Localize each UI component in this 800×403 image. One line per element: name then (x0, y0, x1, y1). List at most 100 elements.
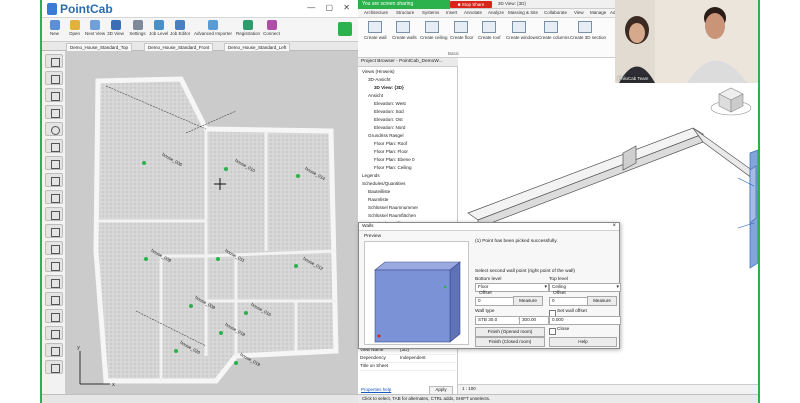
create-windows-button[interactable]: Create windows (506, 21, 538, 51)
tab-left[interactable]: Demo_House_Standard_Left (224, 43, 291, 51)
rotate-tool[interactable] (45, 190, 63, 204)
browser-item[interactable]: Schedules/Quantities (362, 181, 405, 186)
top-measure-button[interactable]: Measure (587, 296, 617, 306)
bottom-offset-input[interactable]: 0 (475, 297, 517, 306)
open-button[interactable]: Open (65, 19, 84, 41)
job-level-button[interactable]: Job Level (149, 19, 168, 41)
move-tool[interactable] (45, 173, 63, 187)
tab-front[interactable]: Demo_House_Standard_Front (144, 43, 214, 51)
print-tool[interactable] (45, 343, 63, 357)
tab-top[interactable]: Demo_House_Standard_Top (66, 43, 133, 51)
menu-collaborate[interactable]: Collaborate (544, 10, 567, 15)
menu-manage[interactable]: Manage (590, 10, 606, 15)
browser-item[interactable]: Floor Plan: Floor (374, 149, 408, 154)
browser-item[interactable]: Elevation: West (374, 101, 406, 106)
menu-structure[interactable]: Structure (396, 10, 414, 15)
pointcloud-floorplan-view[interactable]: y x house_006 house_010 house_014 house_… (66, 51, 358, 394)
create-wall-button[interactable]: Create wall (364, 21, 387, 51)
browser-item[interactable]: Schlüssel Raumflächen (368, 213, 416, 218)
help-button[interactable]: Help (549, 337, 617, 347)
pointcab-titlebar: PointCab — ▢ ✕ (42, 0, 358, 18)
create-ceiling-button[interactable]: Create ceiling (420, 21, 448, 51)
menu-view[interactable]: View (574, 10, 584, 15)
measure-tool[interactable] (45, 156, 63, 170)
webcam-overlay: PhiloCab Team (615, 0, 758, 83)
hatch-tool[interactable] (45, 275, 63, 289)
text-tool[interactable] (45, 139, 63, 153)
wall-thickness-input[interactable]: 300.00 (519, 316, 549, 325)
menu-annotate[interactable]: Annotate (464, 10, 482, 15)
layers-icon (153, 20, 164, 30)
mirror-tool[interactable] (45, 207, 63, 221)
wall-type-select[interactable]: STB 30.0 (475, 316, 523, 325)
window-controls[interactable]: — ▢ ✕ (307, 3, 354, 12)
pointcab-window: PointCab — ▢ ✕ New Open Next View 3D Vie… (42, 0, 358, 403)
top-offset-input[interactable]: 0 (549, 297, 591, 306)
app-name: PointCab (60, 2, 113, 16)
finish-closed-button[interactable]: Finish (Closed room) (475, 337, 545, 347)
browser-item[interactable]: Bauteilliste (368, 189, 390, 194)
line-tool[interactable] (45, 71, 63, 85)
browser-item[interactable]: 3D View: {3D} (374, 85, 404, 90)
settings-button[interactable]: Settings (128, 19, 147, 41)
menu-insert[interactable]: Insert (446, 10, 457, 15)
browser-item[interactable]: Views (Hinweis) (362, 69, 395, 74)
browser-item[interactable]: Grundriss Rasgel (368, 133, 404, 138)
create-columns-button[interactable]: Create columns (538, 21, 570, 51)
browser-item[interactable]: Floor Plan: Roof (374, 141, 407, 146)
roof-icon (482, 21, 496, 33)
expand-icon[interactable] (338, 22, 352, 36)
browser-item[interactable]: Elevation: Süd (374, 109, 404, 114)
create-floor-button[interactable]: Create floor (450, 21, 474, 51)
close-icon[interactable]: × (612, 223, 616, 229)
rotate-icon (51, 194, 60, 203)
browser-item[interactable]: 3D-Ansicht (368, 77, 390, 82)
scale-value[interactable]: 1 : 100 (462, 386, 476, 391)
layer-tool[interactable] (45, 292, 63, 306)
create-3d-section-button[interactable]: Create 3D section (570, 21, 606, 51)
color-tool[interactable] (45, 309, 63, 323)
properties-help-link[interactable]: Properties help (361, 387, 391, 392)
3d-view-button[interactable]: 3D View (106, 19, 125, 41)
create-walls-button[interactable]: Create walls (392, 21, 417, 51)
browser-item[interactable]: Floor Plan: Ebene 0 (374, 157, 415, 162)
finish-opened-button[interactable]: Finish (Opened room) (475, 327, 545, 337)
set-wall-offset-label: Set wall offset (557, 309, 587, 314)
export-tool[interactable] (45, 326, 63, 340)
browser-item[interactable]: Elevation: Ost (374, 117, 403, 122)
close-checkbox[interactable] (549, 328, 556, 335)
pointcab-ribbon: New Open Next View 3D View Settings Job … (42, 18, 358, 42)
new-button[interactable]: New (45, 19, 64, 41)
browser-item[interactable]: Legends (362, 173, 380, 178)
offset-tool[interactable] (45, 258, 63, 272)
wall-offset-input[interactable]: 0.000 (549, 316, 621, 325)
connect-button[interactable]: Connect (262, 19, 281, 41)
advanced-importer-button[interactable]: Advanced Importer (193, 19, 233, 41)
select-tool[interactable] (45, 54, 63, 68)
status-message: (1) Point has been picked successfully. (475, 239, 558, 244)
browser-item[interactable]: Elevation: Nord (374, 125, 405, 130)
polyline-tool[interactable] (45, 88, 63, 102)
job-editor-button[interactable]: Job Editor (170, 19, 190, 41)
ribbon-group-basic: Basic (448, 51, 460, 56)
extend-tool[interactable] (45, 241, 63, 255)
browser-item[interactable]: Ansicht (368, 93, 383, 98)
circle-tool[interactable] (45, 122, 63, 136)
registration-button[interactable]: Registration (235, 19, 261, 41)
create-roof-button[interactable]: Create roof (478, 21, 501, 51)
menu-systems[interactable]: Systems (422, 10, 439, 15)
browser-item[interactable]: Raumliste (368, 197, 388, 202)
bottom-measure-button[interactable]: Measure (513, 296, 543, 306)
browser-item[interactable]: Floor Plan: Ceiling (374, 165, 412, 170)
menu-analyze[interactable]: Analyze (488, 10, 504, 15)
menu-massing[interactable]: Massing & Site (508, 10, 538, 15)
rectangle-tool[interactable] (45, 105, 63, 119)
next-view-button[interactable]: Next View (85, 19, 105, 41)
browser-item[interactable]: Schlüssel Raumnummer (368, 205, 418, 210)
stop-share-button[interactable]: ■ Stop Share (450, 1, 492, 8)
zoom-tool[interactable] (45, 360, 63, 374)
menu-architecture[interactable]: Architecture (364, 10, 388, 15)
trim-tool[interactable] (45, 224, 63, 238)
wall-preview (364, 241, 469, 345)
wall-icon (368, 21, 382, 33)
